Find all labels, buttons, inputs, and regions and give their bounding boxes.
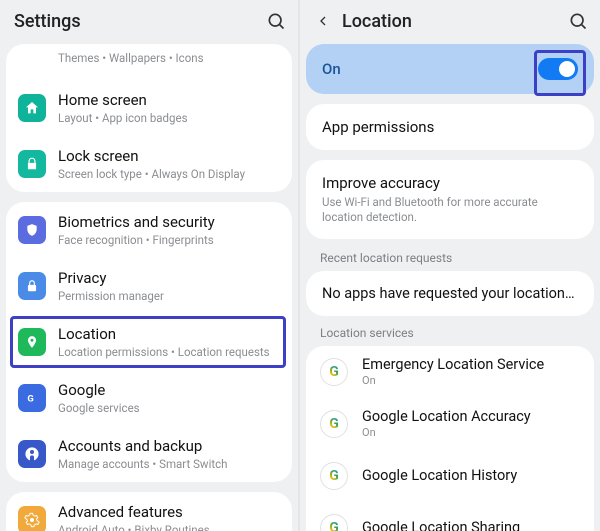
settings-item-themes[interactable]: Themes • Wallpapers • Icons (6, 44, 292, 80)
settings-group-3: Advanced features Android Auto • Bixby R… (6, 492, 292, 531)
service-sub: On (362, 374, 544, 387)
improve-accuracy-row[interactable]: Improve accuracy Use Wi-Fi and Bluetooth… (306, 160, 594, 239)
search-icon[interactable] (266, 11, 286, 31)
location-title: Location (342, 11, 568, 32)
advanced-icon (18, 506, 46, 531)
google-g-icon: G (320, 514, 348, 531)
service-label: Google Location History (362, 467, 517, 484)
service-label: Google Location Accuracy (362, 408, 531, 425)
settings-item-label: Location (58, 325, 280, 343)
settings-item-sub: Themes • Wallpapers • Icons (58, 51, 280, 65)
search-icon[interactable] (568, 11, 588, 31)
improve-sub: Use Wi-Fi and Bluetooth for more accurat… (322, 195, 578, 225)
settings-title: Settings (14, 11, 266, 32)
recent-requests-text[interactable]: No apps have requested your location r.. (306, 271, 594, 316)
settings-group-1: Themes • Wallpapers • Icons Home screen … (6, 44, 292, 192)
svg-text:G: G (27, 394, 33, 405)
location-pane: Location On App permissions Improve accu… (300, 0, 600, 531)
settings-item-label: Privacy (58, 269, 280, 287)
location-switch[interactable] (538, 58, 578, 80)
settings-item-accounts[interactable]: Accounts and backup Manage accounts • Sm… (6, 426, 292, 482)
back-icon[interactable] (314, 12, 332, 30)
settings-item-location[interactable]: Location Location permissions • Location… (6, 314, 292, 370)
service-sharing[interactable]: G Google Location Sharing (306, 502, 594, 531)
settings-item-home[interactable]: Home screen Layout • App icon badges (6, 80, 292, 136)
settings-item-sub: Google services (58, 401, 280, 415)
settings-item-privacy[interactable]: Privacy Permission manager (6, 258, 292, 314)
settings-item-sub: Screen lock type • Always On Display (58, 167, 280, 181)
settings-item-sub: Permission manager (58, 289, 280, 303)
service-sub: On (362, 426, 531, 439)
location-icon (18, 328, 46, 356)
service-emergency[interactable]: G Emergency Location Service On (306, 346, 594, 398)
privacy-icon (18, 272, 46, 300)
service-label: Emergency Location Service (362, 356, 544, 373)
shield-icon (18, 216, 46, 244)
location-header: Location (300, 0, 600, 40)
app-permissions-row[interactable]: App permissions (306, 104, 594, 150)
google-g-icon: G (320, 358, 348, 386)
service-label: Google Location Sharing (362, 519, 520, 531)
settings-item-google[interactable]: G Google Google services (6, 370, 292, 426)
location-toggle-card[interactable]: On (306, 44, 594, 94)
settings-item-label: Biometrics and security (58, 213, 280, 231)
settings-item-label: Accounts and backup (58, 437, 280, 455)
settings-item-advanced[interactable]: Advanced features Android Auto • Bixby R… (6, 492, 292, 531)
settings-item-sub: Android Auto • Bixby Routines (58, 523, 280, 531)
service-accuracy[interactable]: G Google Location Accuracy On (306, 398, 594, 450)
settings-item-label: Advanced features (58, 503, 280, 521)
app-permissions-label: App permissions (322, 118, 578, 136)
home-icon (18, 94, 46, 122)
settings-item-label: Home screen (58, 91, 280, 109)
settings-group-2: Biometrics and security Face recognition… (6, 202, 292, 482)
settings-pane: Settings Themes • Wallpapers • Icons Hom… (0, 0, 300, 531)
recent-requests-header: Recent location requests (300, 249, 600, 271)
service-history[interactable]: G Google Location History (306, 450, 594, 502)
settings-item-label: Lock screen (58, 147, 280, 165)
settings-item-sub: Face recognition • Fingerprints (58, 233, 280, 247)
location-services-card: G Emergency Location Service On G Google… (306, 346, 594, 531)
improve-label: Improve accuracy (322, 174, 578, 192)
toggle-label: On (322, 60, 341, 78)
location-services-header: Location services (300, 324, 600, 346)
settings-item-sub: Location permissions • Location requests (58, 345, 280, 359)
settings-item-sub: Manage accounts • Smart Switch (58, 457, 280, 471)
google-icon: G (18, 384, 46, 412)
settings-item-biometrics[interactable]: Biometrics and security Face recognition… (6, 202, 292, 258)
settings-item-lock[interactable]: Lock screen Screen lock type • Always On… (6, 136, 292, 192)
lock-icon (18, 150, 46, 178)
settings-item-label: Google (58, 381, 280, 399)
settings-header: Settings (0, 0, 298, 40)
settings-item-sub: Layout • App icon badges (58, 111, 280, 125)
google-g-icon: G (320, 462, 348, 490)
accounts-icon (18, 440, 46, 468)
google-g-icon: G (320, 410, 348, 438)
